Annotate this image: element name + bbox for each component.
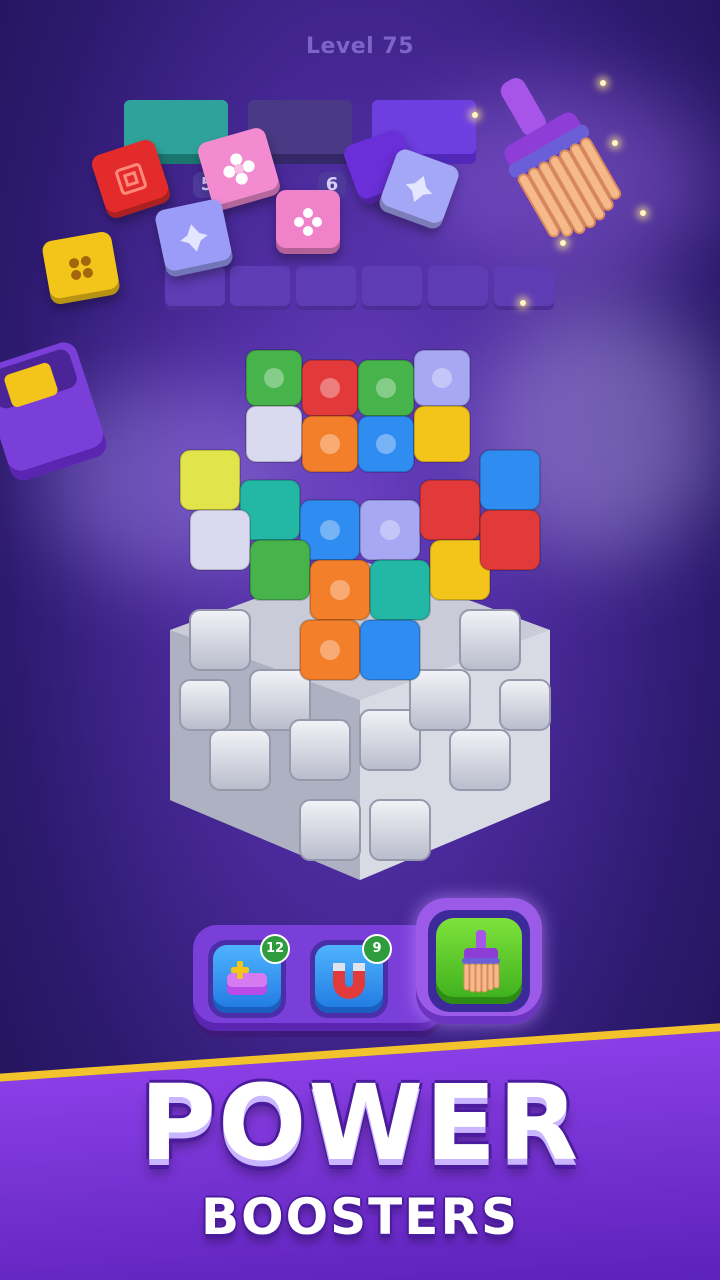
flying-cube-yellow — [40, 230, 122, 306]
sparkle — [612, 140, 618, 146]
tray-slot[interactable] — [230, 266, 290, 310]
sparkle — [560, 240, 566, 246]
cube-tower — [170, 349, 551, 880]
booster-frame — [428, 910, 530, 1012]
tray-slot[interactable] — [428, 266, 488, 310]
booster-count-badge: 9 — [362, 934, 392, 964]
sparkle — [472, 112, 478, 118]
level-label: Level 75 — [305, 34, 415, 59]
sparkle — [600, 80, 606, 86]
broom-icon — [500, 78, 622, 238]
sparkle — [640, 210, 646, 216]
banner-title: POWER — [139, 1062, 581, 1184]
broom-booster-button[interactable] — [416, 898, 542, 1024]
banner-subtitle: BOOSTERS — [201, 1188, 519, 1246]
tray-slot[interactable] — [362, 266, 422, 310]
flying-cube-pink — [276, 190, 340, 254]
add-slot-icon — [227, 961, 267, 995]
tray-slot[interactable] — [296, 266, 356, 310]
flying-cube-lavender — [153, 197, 235, 279]
add-slot-booster-button[interactable]: 12 — [208, 934, 290, 1018]
magnet-booster-button[interactable]: 9 — [310, 934, 392, 1018]
magnet-icon — [333, 963, 365, 999]
broom-icon — [462, 930, 500, 993]
game-screen: Level 75 5 6 — [0, 0, 720, 1280]
sparkle — [520, 300, 526, 306]
booster-face — [436, 918, 522, 1004]
booster-count-badge: 12 — [260, 934, 290, 964]
